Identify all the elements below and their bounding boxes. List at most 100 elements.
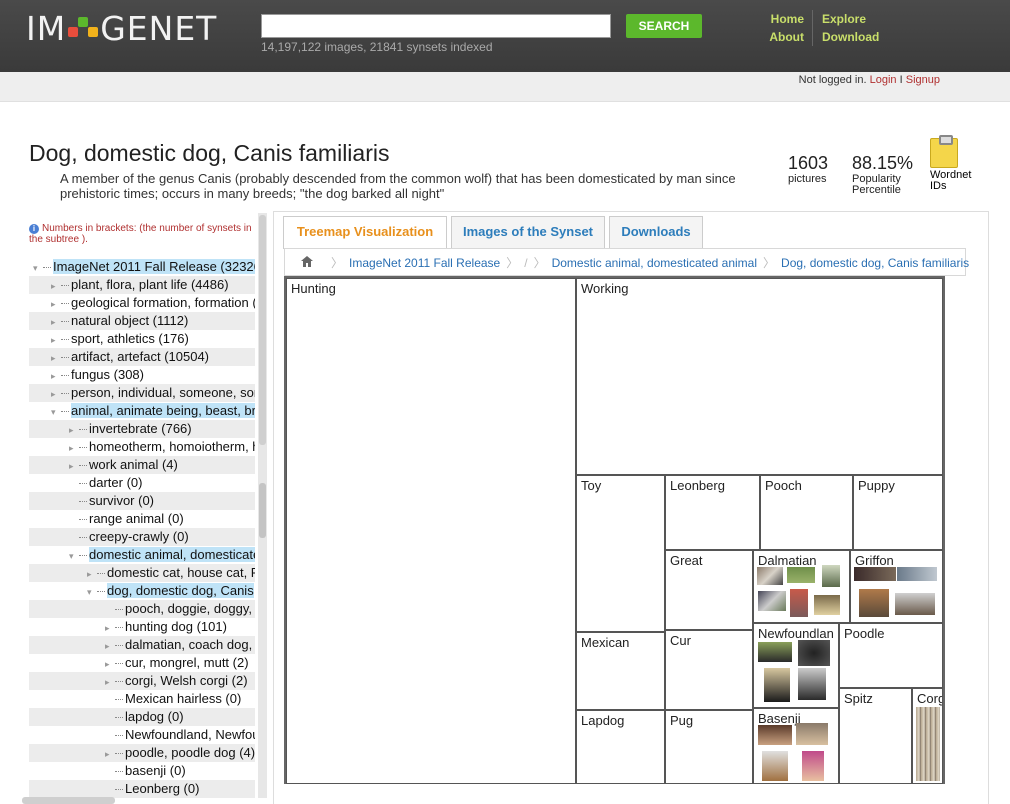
search-input[interactable] bbox=[261, 14, 611, 38]
expand-icon[interactable]: ▸ bbox=[51, 295, 61, 313]
tree-item-label[interactable]: corgi, Welsh corgi (2) bbox=[125, 673, 248, 688]
tree-horizontal-scrollbar[interactable] bbox=[22, 797, 115, 804]
treemap-cell-working[interactable]: Working bbox=[576, 278, 943, 475]
tree-scrollbar[interactable] bbox=[258, 213, 267, 798]
tree-item-label[interactable]: lapdog (0) bbox=[125, 709, 184, 724]
expand-icon[interactable]: ▸ bbox=[69, 457, 79, 475]
tree-item[interactable]: ▸ natural object (1112) bbox=[29, 312, 255, 330]
collapse-icon[interactable]: ▾ bbox=[87, 583, 97, 601]
tree-item[interactable]: ▸ sport, athletics (176) bbox=[29, 330, 255, 348]
expand-icon[interactable]: ▸ bbox=[105, 637, 115, 655]
tree-item-label[interactable]: domestic cat, house cat, F bbox=[107, 565, 255, 580]
tree-item[interactable]: ▸ hunting dog (101) bbox=[29, 618, 255, 636]
tree-item[interactable]: range animal (0) bbox=[29, 510, 255, 528]
treemap-cell-mexican[interactable]: Mexican bbox=[576, 632, 665, 710]
wordnet-ids-button[interactable]: Wordnet IDs bbox=[930, 135, 971, 192]
tree-item-label[interactable]: Leonberg (0) bbox=[125, 781, 199, 796]
treemap-cell-spitz[interactable]: Spitz bbox=[839, 688, 912, 784]
treemap-cell-pug[interactable]: Pug bbox=[665, 710, 753, 784]
treemap-cell-poodle[interactable]: Poodle bbox=[839, 623, 943, 688]
tree-item[interactable]: ▸ geological formation, formation ( bbox=[29, 294, 255, 312]
expand-icon[interactable]: ▸ bbox=[69, 439, 79, 457]
tree-scrollbar-thumb[interactable] bbox=[259, 483, 266, 538]
treemap-cell-corgi[interactable]: Corg bbox=[912, 688, 943, 784]
tree-item-label[interactable]: sport, athletics (176) bbox=[71, 331, 189, 346]
tree-item[interactable]: ▸ dalmatian, coach dog, c bbox=[29, 636, 255, 654]
tree-item-label[interactable]: creepy-crawly (0) bbox=[89, 529, 189, 544]
tree-item-label[interactable]: basenji (0) bbox=[125, 763, 186, 778]
tree-item[interactable]: survivor (0) bbox=[29, 492, 255, 510]
tree-item-label[interactable]: dog, domestic dog, Canis bbox=[107, 583, 254, 598]
tree-item[interactable]: ▾ domestic animal, domesticate bbox=[29, 546, 255, 564]
collapse-icon[interactable]: ▾ bbox=[51, 403, 61, 421]
expand-icon[interactable]: ▸ bbox=[105, 655, 115, 673]
tree-item-label[interactable]: ImageNet 2011 Fall Release (32326 bbox=[53, 259, 255, 274]
tree-item-label[interactable]: survivor (0) bbox=[89, 493, 154, 508]
tree-item[interactable]: ▸ invertebrate (766) bbox=[29, 420, 255, 438]
tree-item-label[interactable]: person, individual, someone, som bbox=[71, 385, 255, 400]
tree-item-label[interactable]: Newfoundland, Newfou bbox=[125, 727, 255, 742]
breadcrumb-parent[interactable]: Domestic animal, domesticated animal bbox=[552, 256, 757, 270]
expand-icon[interactable]: ▸ bbox=[51, 277, 61, 295]
breadcrumb-current[interactable]: Dog, domestic dog, Canis familiaris bbox=[781, 256, 969, 270]
tree-item[interactable]: ▸ artifact, artefact (10504) bbox=[29, 348, 255, 366]
tree-item[interactable]: Newfoundland, Newfou bbox=[29, 726, 255, 744]
breadcrumb-root[interactable]: ImageNet 2011 Fall Release bbox=[349, 256, 500, 270]
treemap-cell-griffon[interactable]: Griffon bbox=[850, 550, 943, 623]
tree-item-label[interactable]: homeotherm, homoiotherm, h bbox=[89, 439, 255, 454]
tree-item[interactable]: ▸ person, individual, someone, som bbox=[29, 384, 255, 402]
expand-icon[interactable]: ▸ bbox=[51, 331, 61, 349]
tree-item-label[interactable]: poodle, poodle dog (4) bbox=[125, 745, 255, 760]
tree-item-label[interactable]: domestic animal, domesticate bbox=[89, 547, 255, 562]
treemap-cell-puppy[interactable]: Puppy bbox=[853, 475, 943, 550]
expand-icon[interactable]: ▸ bbox=[51, 313, 61, 331]
tree-item[interactable]: ▸ work animal (4) bbox=[29, 456, 255, 474]
tree-item-label[interactable]: darter (0) bbox=[89, 475, 142, 490]
tree-item-label[interactable]: hunting dog (101) bbox=[125, 619, 227, 634]
treemap-cell-dalmatian[interactable]: Dalmatian bbox=[753, 550, 850, 623]
nav-about-link[interactable]: About bbox=[754, 28, 804, 46]
tree-item[interactable]: ▾ dog, domestic dog, Canis bbox=[29, 582, 255, 600]
search-button[interactable]: SEARCH bbox=[626, 14, 702, 38]
treemap-cell-cur[interactable]: Cur bbox=[665, 630, 753, 710]
treemap-cell-pooch[interactable]: Pooch bbox=[760, 475, 853, 550]
tree-item[interactable]: Leonberg (0) bbox=[29, 780, 255, 798]
tree-item[interactable]: pooch, doggie, doggy, bbox=[29, 600, 255, 618]
tree-item-label[interactable]: invertebrate (766) bbox=[89, 421, 192, 436]
nav-download-link[interactable]: Download bbox=[822, 28, 879, 46]
tree-item[interactable]: darter (0) bbox=[29, 474, 255, 492]
tree-item[interactable]: ▾ ImageNet 2011 Fall Release (32326 bbox=[29, 258, 255, 276]
expand-icon[interactable]: ▸ bbox=[105, 673, 115, 691]
expand-icon[interactable]: ▸ bbox=[69, 421, 79, 439]
tab-downloads[interactable]: Downloads bbox=[609, 216, 703, 248]
treemap-cell-toy[interactable]: Toy bbox=[576, 475, 665, 632]
tree-item[interactable]: ▸ poodle, poodle dog (4) bbox=[29, 744, 255, 762]
treemap-cell-newfoundland[interactable]: Newfoundlan bbox=[753, 623, 839, 708]
tree-item-label[interactable]: artifact, artefact (10504) bbox=[71, 349, 209, 364]
expand-icon[interactable]: ▸ bbox=[51, 349, 61, 367]
tree-item-label[interactable]: range animal (0) bbox=[89, 511, 184, 526]
treemap-cell-leonberg[interactable]: Leonberg bbox=[665, 475, 760, 550]
nav-explore-link[interactable]: Explore bbox=[822, 10, 879, 28]
expand-icon[interactable]: ▸ bbox=[51, 367, 61, 385]
tree-item[interactable]: basenji (0) bbox=[29, 762, 255, 780]
tab-treemap[interactable]: Treemap Visualization bbox=[283, 216, 447, 249]
tree-item[interactable]: lapdog (0) bbox=[29, 708, 255, 726]
expand-icon[interactable]: ▸ bbox=[105, 619, 115, 637]
tree-item[interactable]: Mexican hairless (0) bbox=[29, 690, 255, 708]
signup-link[interactable]: Signup bbox=[906, 74, 940, 86]
tree-item[interactable]: ▸ domestic cat, house cat, F bbox=[29, 564, 255, 582]
tree-item-label[interactable]: cur, mongrel, mutt (2) bbox=[125, 655, 249, 670]
collapse-icon[interactable]: ▾ bbox=[69, 547, 79, 565]
tree-item-label[interactable]: fungus (308) bbox=[71, 367, 144, 382]
tree-item-label[interactable]: natural object (1112) bbox=[71, 313, 188, 328]
expand-icon[interactable]: ▸ bbox=[51, 385, 61, 403]
expand-icon[interactable]: ▸ bbox=[87, 565, 97, 583]
nav-home-link[interactable]: Home bbox=[754, 10, 804, 28]
tree-item-label[interactable]: dalmatian, coach dog, c bbox=[125, 637, 255, 652]
tree-item[interactable]: ▸ homeotherm, homoiotherm, h bbox=[29, 438, 255, 456]
tree-item-label[interactable]: pooch, doggie, doggy, bbox=[125, 601, 252, 616]
treemap-cell-great[interactable]: Great bbox=[665, 550, 753, 630]
tree-item[interactable]: ▾ animal, animate being, beast, bru bbox=[29, 402, 255, 420]
expand-icon[interactable]: ▸ bbox=[105, 745, 115, 763]
